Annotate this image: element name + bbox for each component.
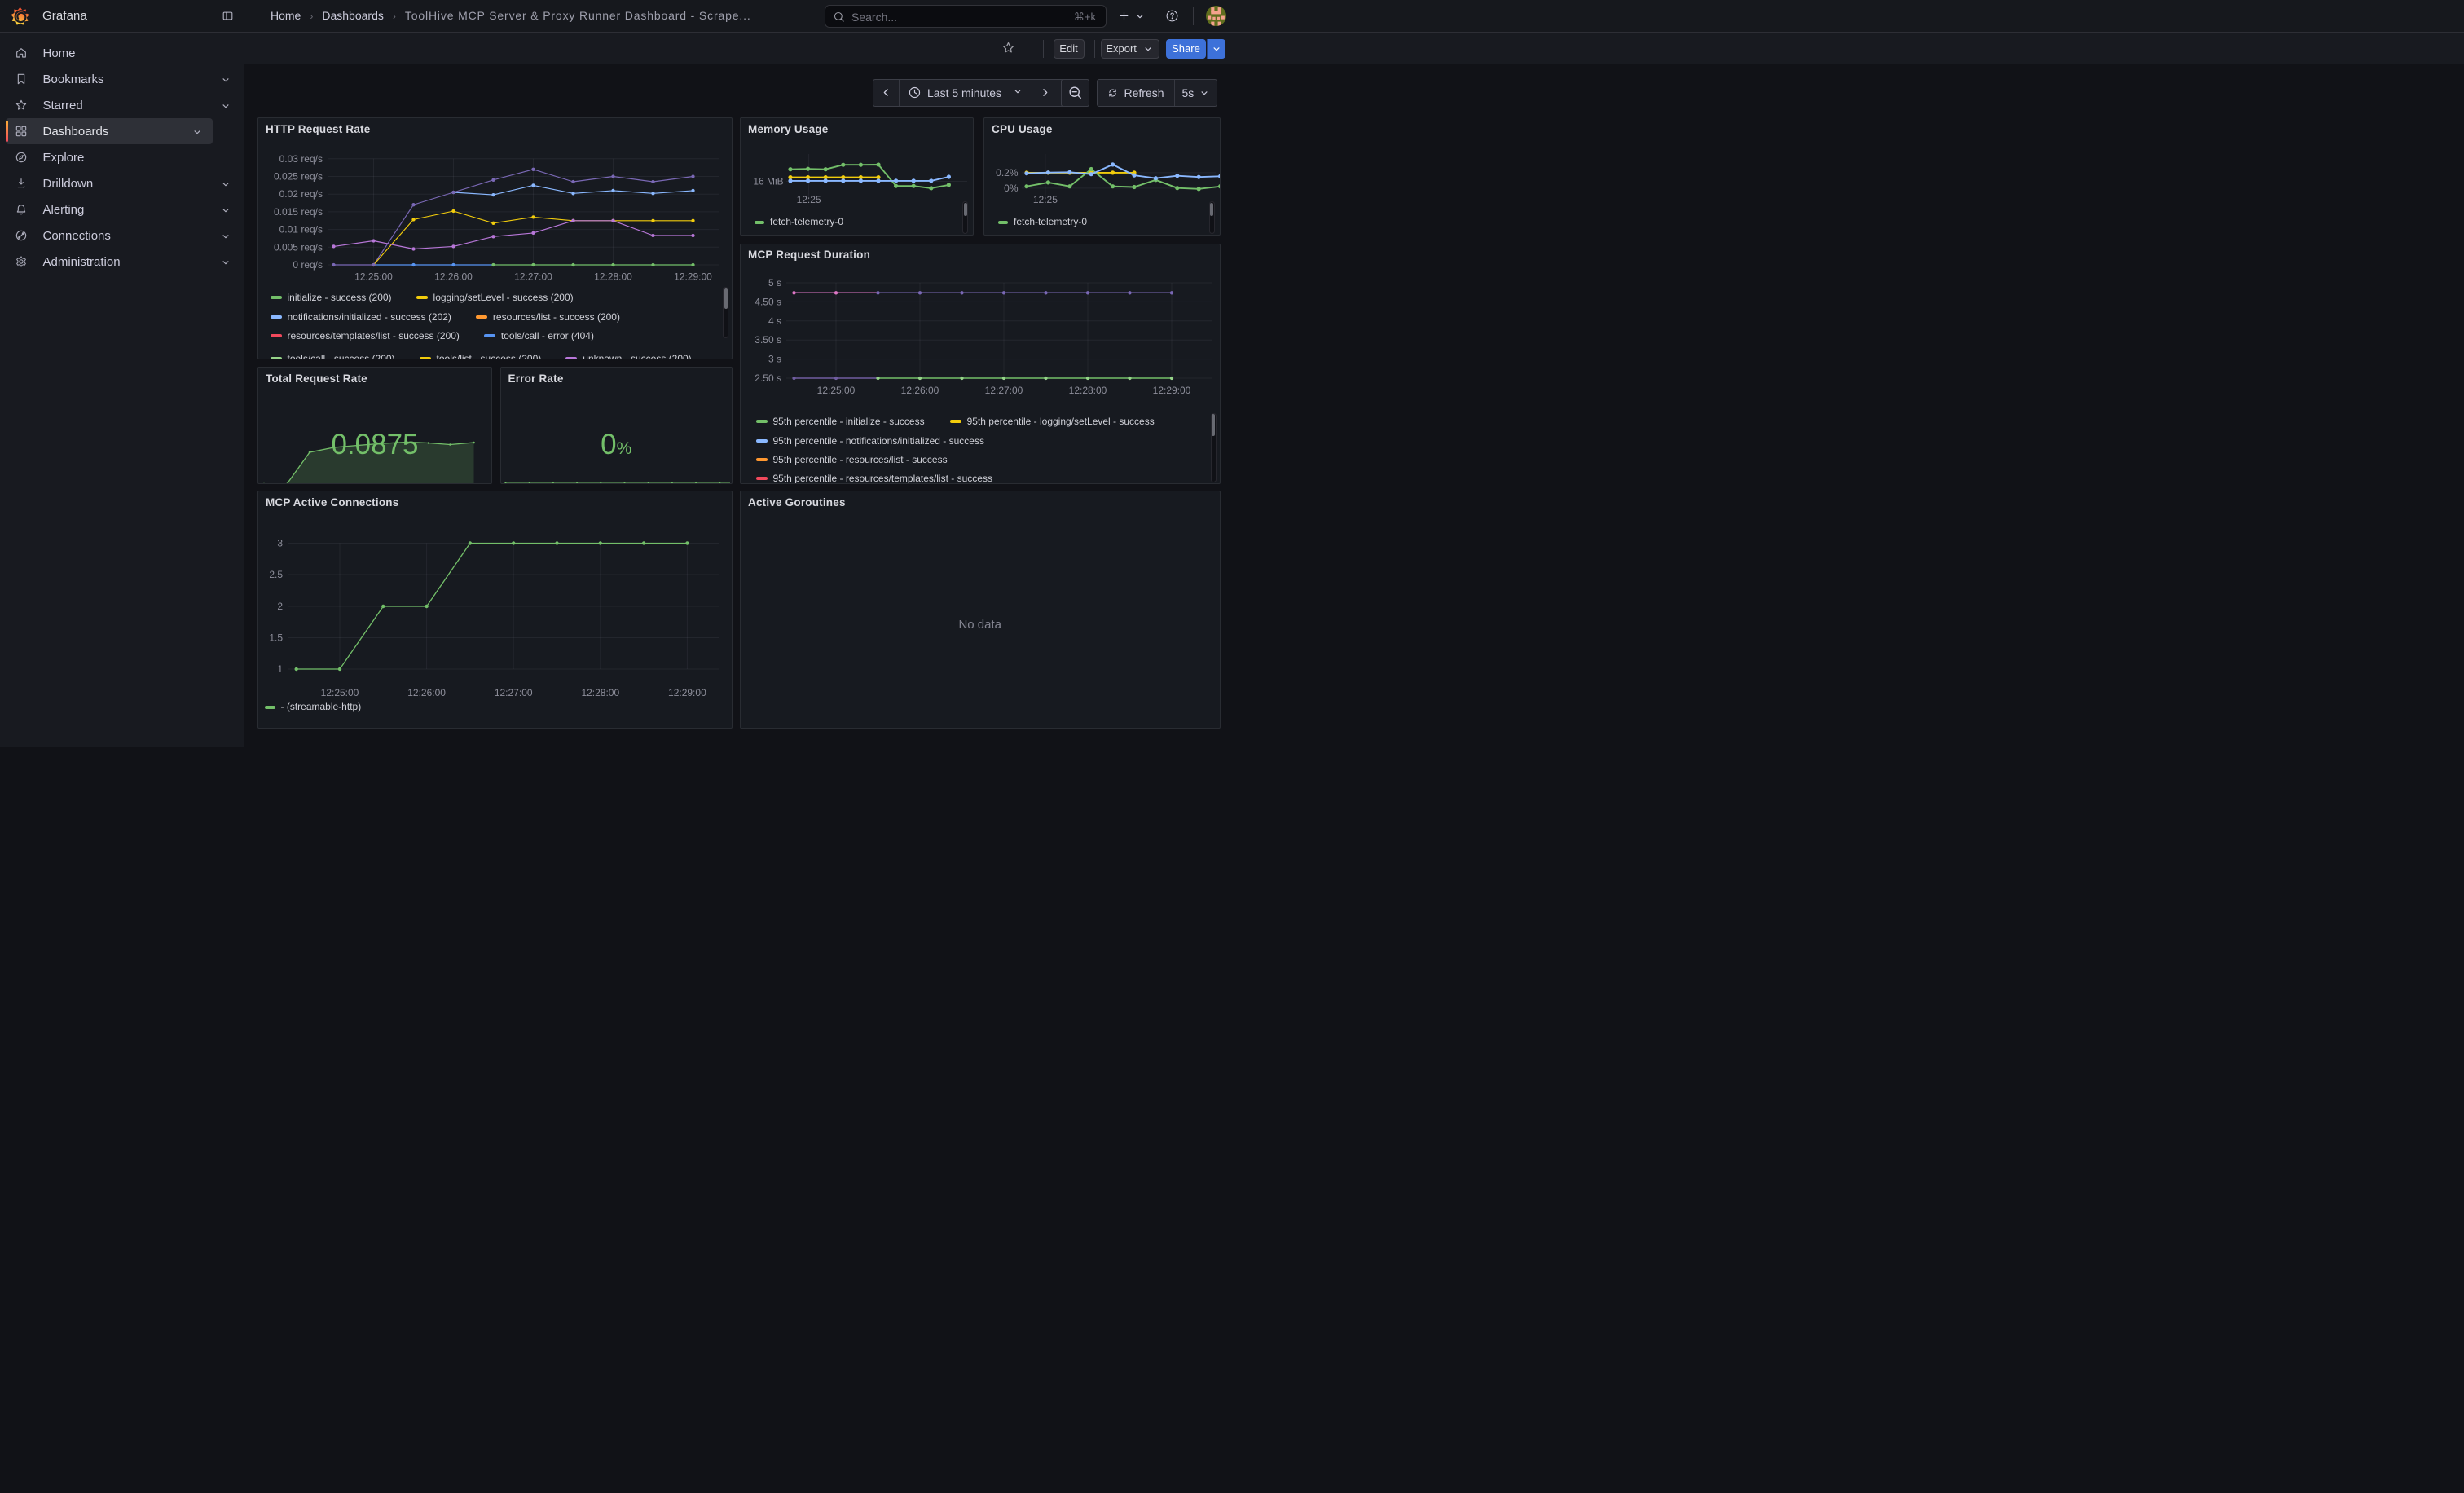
svg-text:4.50 s: 4.50 s — [755, 296, 781, 307]
svg-text:2.5: 2.5 — [269, 569, 283, 580]
svg-text:0.015 req/s: 0.015 req/s — [274, 206, 323, 218]
svg-text:0.03 req/s: 0.03 req/s — [279, 153, 323, 165]
svg-text:12:25: 12:25 — [797, 194, 821, 205]
svg-text:0%: 0% — [1004, 183, 1019, 194]
svg-text:5 s: 5 s — [768, 277, 781, 288]
svg-text:12:28:00: 12:28:00 — [594, 271, 632, 283]
svg-text:12:29:00: 12:29:00 — [674, 271, 712, 283]
svg-text:4 s: 4 s — [768, 315, 781, 327]
svg-text:3: 3 — [277, 538, 283, 549]
svg-text:12:26:00: 12:26:00 — [434, 271, 473, 283]
svg-text:2.50 s: 2.50 s — [755, 372, 781, 384]
svg-text:0.005 req/s: 0.005 req/s — [274, 242, 323, 253]
svg-text:0.2%: 0.2% — [996, 167, 1019, 178]
svg-text:12:29:00: 12:29:00 — [668, 687, 706, 698]
svg-text:12:29:00: 12:29:00 — [1153, 385, 1191, 396]
svg-text:12:26:00: 12:26:00 — [901, 385, 939, 396]
svg-text:3 s: 3 s — [768, 354, 781, 365]
svg-text:1.5: 1.5 — [269, 632, 283, 644]
svg-text:0.01 req/s: 0.01 req/s — [279, 224, 323, 236]
svg-text:0 req/s: 0 req/s — [293, 259, 323, 271]
svg-text:12:28:00: 12:28:00 — [1069, 385, 1107, 396]
svg-text:12:25:00: 12:25:00 — [817, 385, 856, 396]
svg-text:0.02 req/s: 0.02 req/s — [279, 189, 323, 200]
svg-text:3.50 s: 3.50 s — [755, 334, 781, 346]
svg-text:12:27:00: 12:27:00 — [495, 687, 533, 698]
svg-text:16 MiB: 16 MiB — [753, 176, 783, 187]
svg-text:12:28:00: 12:28:00 — [581, 687, 619, 698]
svg-text:12:25: 12:25 — [1033, 194, 1058, 205]
svg-text:2: 2 — [277, 601, 283, 612]
svg-text:12:26:00: 12:26:00 — [407, 687, 446, 698]
svg-text:0.025 req/s: 0.025 req/s — [274, 171, 323, 183]
svg-text:12:25:00: 12:25:00 — [354, 271, 393, 283]
svg-text:12:27:00: 12:27:00 — [514, 271, 552, 283]
svg-text:1: 1 — [277, 663, 283, 675]
svg-text:12:25:00: 12:25:00 — [321, 687, 359, 698]
svg-text:12:27:00: 12:27:00 — [985, 385, 1023, 396]
